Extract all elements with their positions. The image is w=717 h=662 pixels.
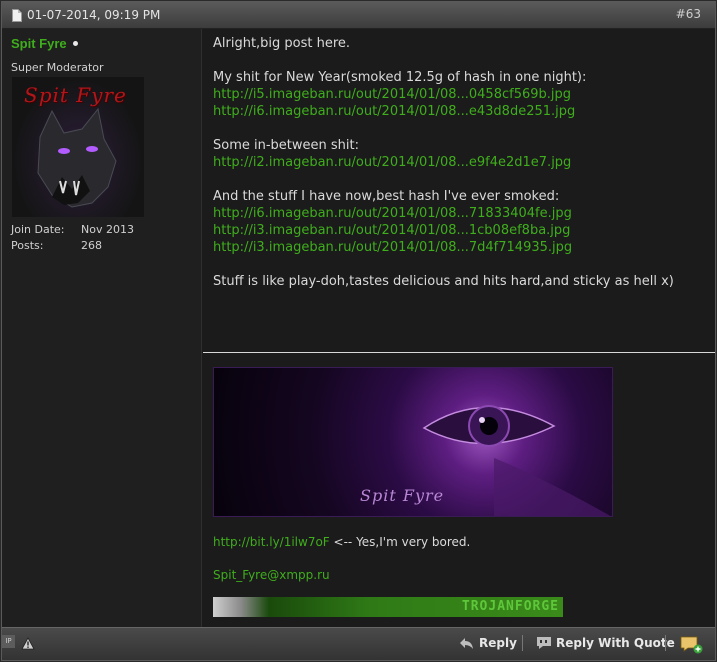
posts-count: 268 [81,239,102,252]
posts-label: Posts: [11,239,44,252]
forum-post: 01-07-2014, 09:19 PM #63 Spit Fyre Super… [1,1,716,661]
banner-text: Spit Fyre [360,486,445,505]
message-line: My shit for New Year(smoked 12.5g of has… [213,70,587,85]
signature-banner: Spit Fyre [213,367,613,517]
join-date-label: Join Date: [11,223,65,236]
signature-divider [203,352,715,353]
report-warning-icon[interactable] [21,637,35,650]
post-date: 01-07-2014, 09:19 PM [27,8,161,22]
short-link-note: <-- Yes,I'm very bored. [329,535,471,549]
contact-link[interactable]: Spit_Fyre@xmpp.ru [213,568,330,582]
reply-with-quote-button[interactable]: Reply With Quote [536,636,675,650]
online-status-icon [73,41,78,46]
image-link[interactable]: http://i5.imageban.ru/out/2014/01/08...0… [213,87,571,102]
image-link[interactable]: http://i6.imageban.ru/out/2014/01/08...7… [213,206,572,221]
message-line: Some in-between shit: [213,138,359,153]
reply-button[interactable]: Reply [459,636,517,650]
short-link[interactable]: http://bit.ly/1ilw7oF [213,535,330,549]
ip-button[interactable]: IP [2,635,15,648]
userbar-text: TROJANFORGE [461,599,559,614]
user-info-column: Spit Fyre Super Moderator Spit Fyre Join… [2,29,202,627]
image-link[interactable]: http://i2.imageban.ru/out/2014/01/08...e… [213,155,571,170]
signature-contact: Spit_Fyre@xmpp.ru [213,568,330,582]
message-line: Alright,big post here. [213,36,351,51]
reply-label: Reply [479,636,517,650]
post-content: Alright,big post here. My shit for New Y… [203,29,715,627]
image-link[interactable]: http://i3.imageban.ru/out/2014/01/08...7… [213,240,572,255]
post-number-link[interactable]: #63 [676,7,701,21]
username-link[interactable]: Spit Fyre [11,36,67,51]
signature-line: http://bit.ly/1ilw7oF <-- Yes,I'm very b… [213,535,470,549]
signature-userbar: TROJANFORGE [213,597,563,617]
post-header: 01-07-2014, 09:19 PM #63 [2,2,715,29]
document-icon [12,9,22,22]
wolf-avatar-icon [37,107,117,208]
user-title: Super Moderator [11,61,104,74]
image-link[interactable]: http://i6.imageban.ru/out/2014/01/08...e… [213,104,575,119]
multi-quote-icon[interactable] [680,636,704,654]
image-link[interactable]: http://i3.imageban.ru/out/2014/01/08...1… [213,223,570,238]
join-date-value: Nov 2013 [81,223,134,236]
post-message: Alright,big post here. My shit for New Y… [213,35,708,290]
post-footer: IP Reply Reply With Quote [2,627,715,660]
avatar[interactable]: Spit Fyre [12,77,144,217]
quote-bubble-icon [537,637,551,649]
reply-arrow-icon [460,638,473,649]
message-line: And the stuff I have now,best hash I've … [213,189,560,204]
footer-divider [665,635,666,651]
footer-divider [522,635,523,651]
reply-with-quote-label: Reply With Quote [556,636,675,650]
message-line: Stuff is like play-doh,tastes delicious … [213,274,674,289]
